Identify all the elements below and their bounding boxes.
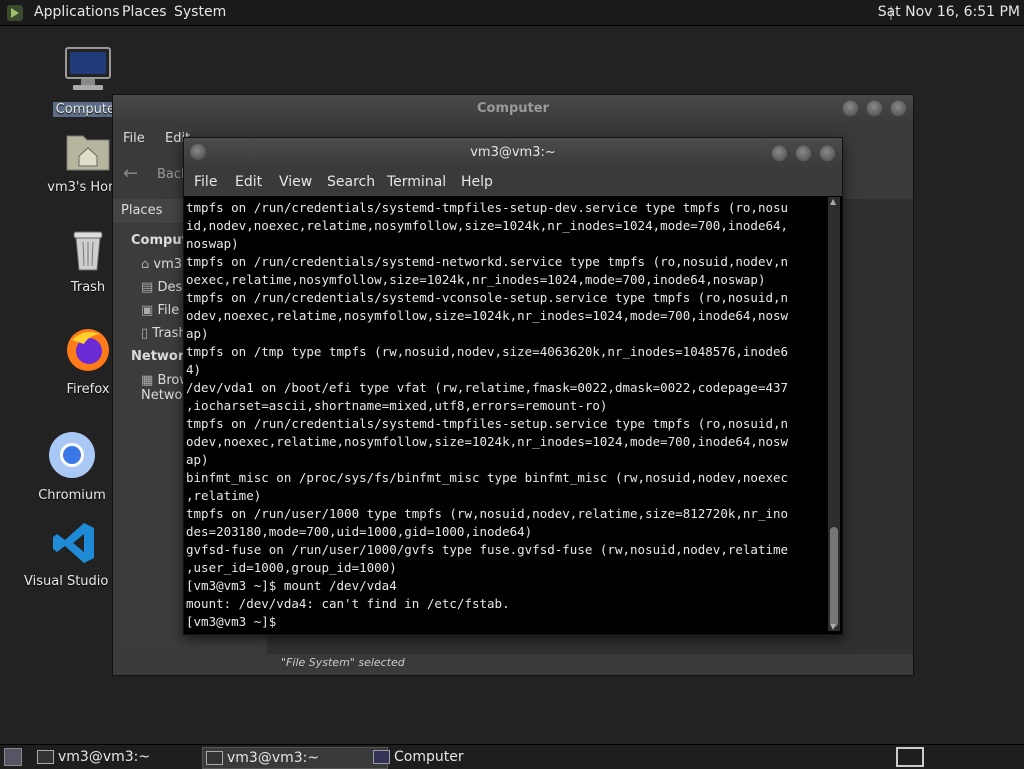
scroll-down-icon[interactable]: ▼: [830, 622, 836, 631]
vscode-icon: [53, 523, 94, 563]
desktop-icon-label: Chromium: [38, 488, 106, 503]
trash-small-icon: ▯: [141, 326, 149, 341]
menu-file[interactable]: File: [194, 174, 217, 190]
taskbar-item-label: vm3@vm3:~: [58, 749, 151, 765]
scrollbar[interactable]: ▲ ▼: [828, 197, 840, 631]
desktop-icon-chromium[interactable]: Chromium: [22, 430, 122, 503]
window-titlebar[interactable]: vm3@vm3:~: [184, 138, 842, 168]
home-icon: ⌂: [141, 257, 150, 272]
menu-edit[interactable]: Edit: [235, 174, 262, 190]
window-titlebar[interactable]: Computer: [113, 95, 913, 123]
terminal-window[interactable]: vm3@vm3:~ File Edit View Search Terminal…: [183, 137, 843, 635]
menu-file[interactable]: File: [123, 131, 145, 146]
menu-view[interactable]: View: [279, 174, 312, 190]
clock[interactable]: Sat Nov 16, 6:51 PM: [878, 4, 1020, 20]
taskbar-item-terminal-2[interactable]: vm3@vm3:~: [202, 747, 388, 769]
menu-places[interactable]: Places: [122, 4, 167, 20]
home-folder-icon: [66, 135, 110, 171]
desktop-icon-vscode[interactable]: Visual Studio Code: [24, 520, 146, 589]
maximize-button[interactable]: [866, 100, 883, 117]
chromium-icon: [49, 432, 95, 478]
menu-applications[interactable]: Applications: [34, 4, 120, 20]
menu-search[interactable]: Search: [327, 174, 375, 190]
maximize-button[interactable]: [795, 145, 812, 162]
status-bar: "File System" selected: [281, 656, 405, 669]
taskbar-item-computer[interactable]: Computer: [370, 747, 554, 767]
terminal-icon: [37, 750, 54, 764]
window-menu-button[interactable]: [190, 144, 206, 160]
top-panel: Applications Places System Sat Nov 16, 6…: [0, 0, 1024, 26]
menu-help[interactable]: Help: [461, 174, 493, 190]
menu-terminal[interactable]: Terminal: [387, 174, 446, 190]
firefox-icon: [67, 329, 109, 371]
scroll-up-icon[interactable]: ▲: [830, 197, 836, 206]
trash-icon: [73, 231, 103, 271]
network-icon: ▦: [141, 373, 154, 388]
computer-icon: [65, 47, 111, 90]
taskbar-item-terminal-1[interactable]: vm3@vm3:~: [34, 747, 218, 767]
menubar: File Edit View Search Terminal Help: [184, 168, 842, 196]
sidebar-item-trash[interactable]: ▯ Trash: [141, 326, 187, 341]
terminal-output[interactable]: tmpfs on /run/credentials/systemd-tmpfil…: [186, 199, 826, 631]
distro-logo-icon[interactable]: [6, 4, 24, 22]
menu-system[interactable]: System: [174, 4, 226, 20]
scrollbar-thumb[interactable]: [830, 527, 838, 627]
workspace-switcher[interactable]: [896, 747, 924, 767]
close-button[interactable]: [890, 100, 907, 117]
minimize-button[interactable]: [842, 100, 859, 117]
close-button[interactable]: [819, 145, 836, 162]
desktop-icon: ▤: [141, 280, 154, 295]
minimize-button[interactable]: [771, 145, 788, 162]
taskbar-item-label: Computer: [394, 749, 464, 765]
back-arrow-icon[interactable]: ←: [123, 163, 138, 184]
sidebar-item-home[interactable]: ⌂ vm3: [141, 257, 182, 272]
terminal-icon: [206, 751, 223, 765]
drive-icon: ▣: [141, 303, 154, 318]
desktop-icon-label: Visual Studio Code: [24, 574, 146, 589]
bottom-panel: vm3@vm3:~ vm3@vm3:~ Computer: [0, 744, 1024, 769]
taskbar-item-label: vm3@vm3:~: [227, 750, 320, 766]
computer-small-icon: [373, 750, 390, 764]
window-title: Computer: [476, 101, 550, 116]
show-desktop-icon[interactable]: [4, 748, 22, 766]
terminal-text: tmpfs on /run/credentials/systemd-tmpfil…: [186, 200, 789, 629]
window-title: vm3@vm3:~: [470, 145, 556, 160]
